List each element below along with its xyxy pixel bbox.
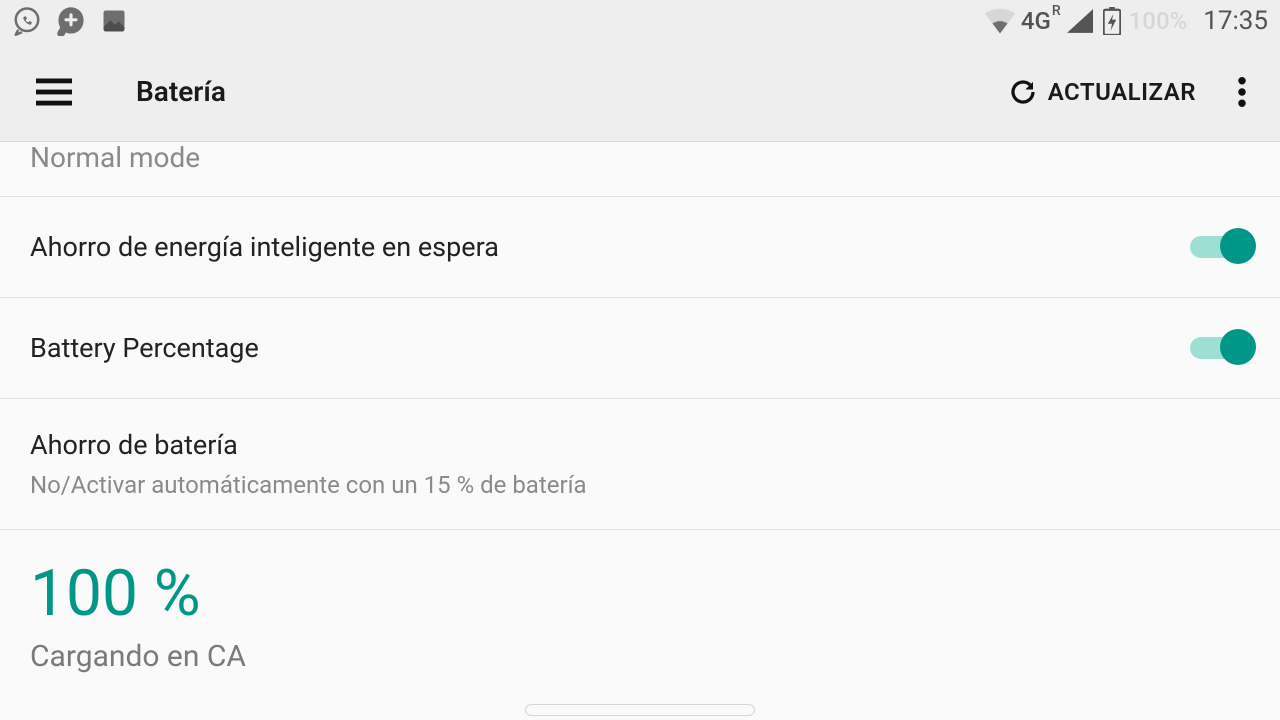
toggle-thumb	[1220, 329, 1256, 365]
toggle-smart-standby[interactable]	[1190, 236, 1250, 258]
charge-status-block: 100 % Cargando en CA	[0, 530, 1280, 678]
signal-icon	[1067, 9, 1093, 33]
refresh-icon	[1008, 77, 1038, 107]
toggle-battery-percentage[interactable]	[1190, 337, 1250, 359]
clock-time: 17:35	[1203, 6, 1268, 36]
wifi-icon	[985, 8, 1015, 34]
status-left-icons	[12, 6, 128, 36]
row-label: Ahorro de energía inteligente en espera	[30, 231, 1190, 263]
whatsapp-icon	[12, 6, 42, 36]
add-comment-icon	[56, 6, 86, 36]
image-icon	[100, 7, 128, 35]
charge-subtitle: Cargando en CA	[30, 639, 1250, 674]
row-label: Battery Percentage	[30, 332, 1190, 364]
row-subtitle: No/Activar automáticamente con un 15 % d…	[30, 471, 587, 499]
page-title: Batería	[136, 75, 226, 108]
hamburger-menu-icon[interactable]	[36, 78, 72, 106]
charge-value: 100 %	[30, 556, 1250, 631]
refresh-label: ACTUALIZAR	[1048, 78, 1196, 106]
status-bar: 4GR 100% 17:35	[0, 0, 1280, 42]
row-battery-percentage[interactable]: Battery Percentage	[0, 298, 1280, 399]
network-type-label: 4GR	[1021, 7, 1061, 35]
row-label: Ahorro de batería	[30, 429, 238, 461]
settings-content: Normal mode Ahorro de energía inteligent…	[0, 142, 1280, 720]
row-smart-standby[interactable]: Ahorro de energía inteligente en espera	[0, 197, 1280, 298]
battery-percentage-text: 100%	[1129, 7, 1188, 35]
battery-charging-icon	[1103, 7, 1121, 35]
refresh-button[interactable]: ACTUALIZAR	[1008, 77, 1196, 107]
home-indicator[interactable]	[525, 704, 755, 716]
status-right-icons: 4GR 100% 17:35	[985, 6, 1268, 36]
more-options-icon[interactable]	[1232, 71, 1252, 113]
toggle-thumb	[1220, 228, 1256, 264]
mode-subtitle: Normal mode	[0, 142, 1280, 197]
app-bar: Batería ACTUALIZAR	[0, 42, 1280, 142]
row-battery-saver[interactable]: Ahorro de batería No/Activar automáticam…	[0, 399, 1280, 530]
